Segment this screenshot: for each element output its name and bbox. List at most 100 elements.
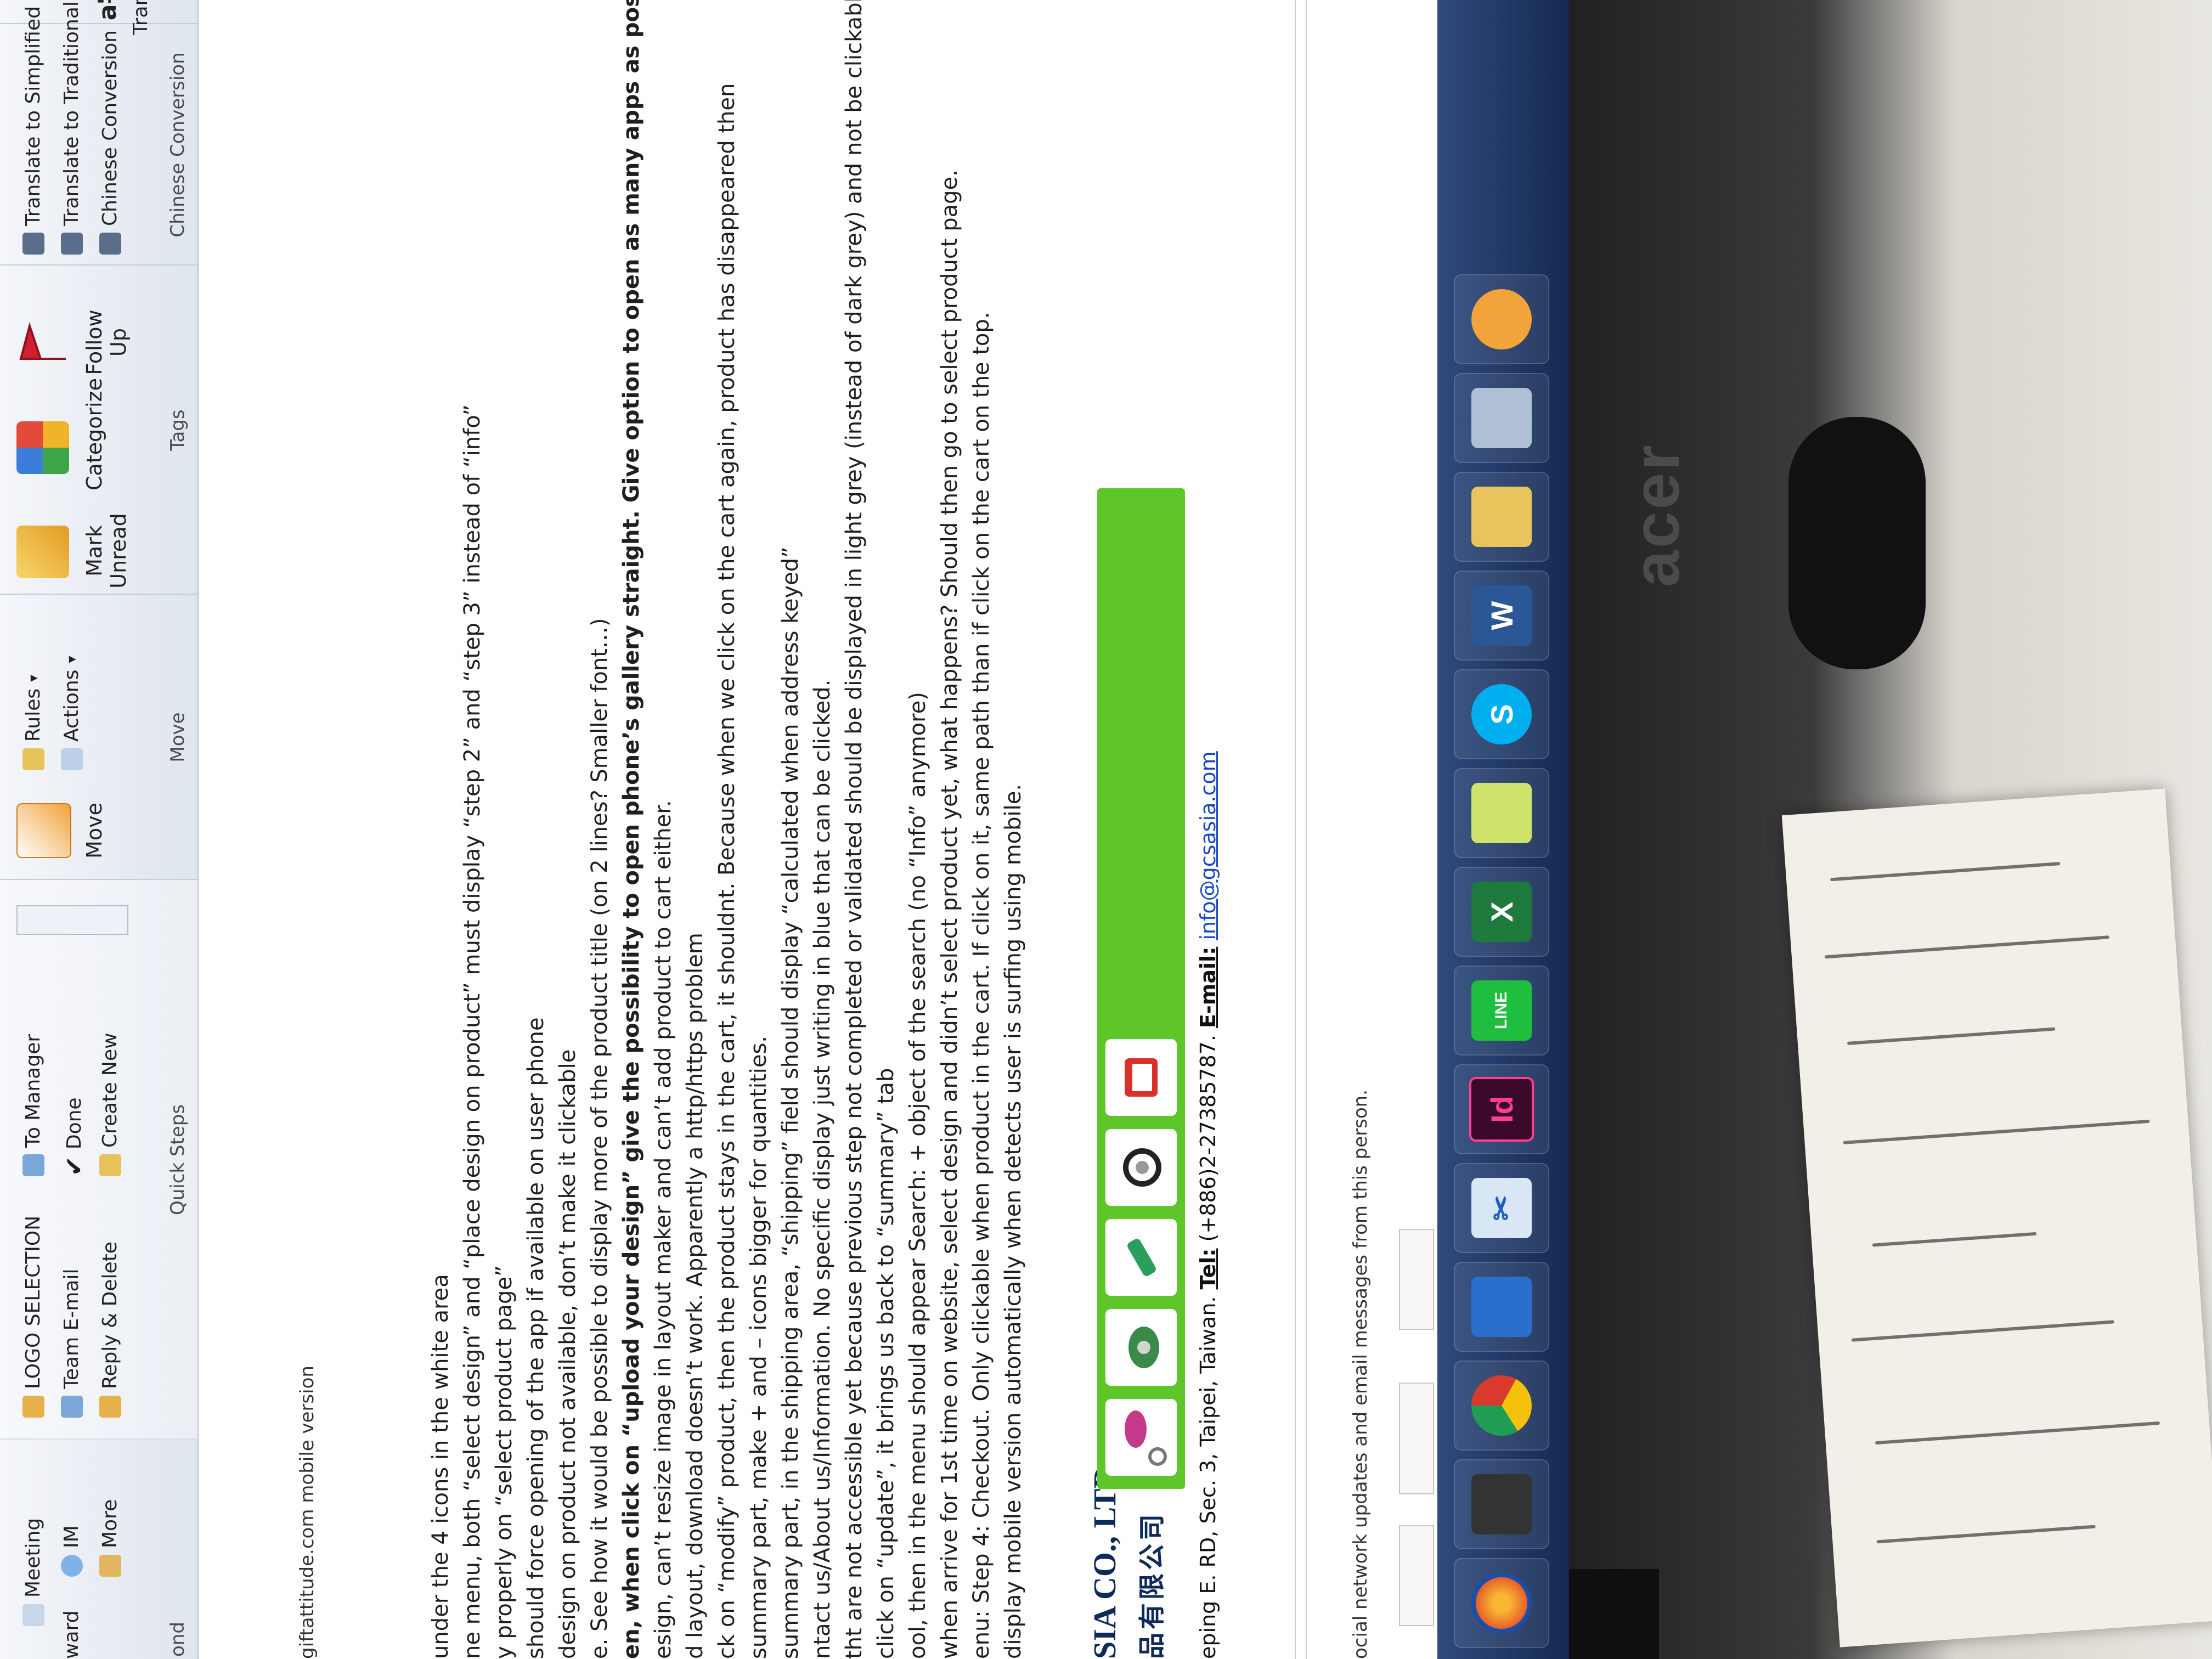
more-button[interactable]: More: [99, 1499, 121, 1577]
envelope-icon[interactable]: [16, 526, 69, 578]
quick-step-label: To Manager: [22, 1034, 44, 1148]
move-icon[interactable]: [16, 803, 71, 858]
chrome-icon: [1471, 1375, 1532, 1436]
quick-step-reply-delete[interactable]: Reply & Delete: [99, 1242, 121, 1418]
taskbar-firefox[interactable]: [1454, 1558, 1549, 1648]
mail-line: ck on “modify” product, then the product…: [714, 83, 740, 1659]
ribbon: Meeting ward IM More ond LOGO SELECTION …: [0, 0, 199, 1659]
move-group: Move Rules ▾ Actions ▾ Move: [0, 594, 198, 880]
rules-label: Rules: [22, 688, 44, 742]
signature-address: eping E. RD, Sec. 3, Taipei, Taiwan. Tel…: [1196, 751, 1220, 1659]
flag-icon[interactable]: [16, 317, 69, 370]
taskbar-camera[interactable]: [1454, 1459, 1549, 1549]
rules-icon: [22, 748, 44, 770]
rules-button[interactable]: Rules ▾: [22, 675, 44, 770]
mail-line: under the 4 icons in the white area: [428, 1274, 453, 1659]
taskbar-skype[interactable]: S: [1454, 669, 1549, 759]
quick-steps-group-label: Quick Steps: [167, 1104, 189, 1216]
move-group-label: Move: [167, 712, 189, 763]
taskbar-snipping-tool[interactable]: ✂: [1454, 1163, 1549, 1253]
translate-traditional-button[interactable]: Translate to Traditional Chinese: [60, 0, 83, 255]
actions-button[interactable]: Actions ▾: [60, 656, 83, 770]
quick-step-label: Reply & Delete: [99, 1242, 121, 1389]
taskbar-explorer[interactable]: [1454, 472, 1549, 562]
taskbar-outlook[interactable]: [1454, 1262, 1549, 1352]
reply-delete-icon: [99, 1396, 121, 1418]
lanyard-product-image: [1105, 1399, 1177, 1476]
translate-button[interactable]: a字 Transla: [88, 0, 152, 35]
folder-icon: [1471, 783, 1532, 843]
calendar-product-image: [1105, 1039, 1177, 1116]
chinese-conversion-button[interactable]: Chinese Conversion: [99, 30, 121, 255]
quick-step-team-email[interactable]: Team E-mail: [60, 1269, 83, 1418]
firefox-icon: [1471, 1573, 1532, 1633]
follow-up-label[interactable]: Follow Up: [82, 298, 131, 386]
more-label: More: [99, 1499, 121, 1548]
email-link[interactable]: info@gcsasia.com: [1196, 751, 1220, 940]
photo-scene: acer Meeting ward IM More ond LOGO SELEC…: [0, 0, 2212, 1659]
people-pane-field[interactable]: [1399, 1383, 1434, 1494]
mail-line: esign, can’t resize image in layout make…: [651, 800, 676, 1659]
quick-step-label: Team E-mail: [60, 1268, 83, 1389]
quick-step-label: LOGO SELECTION: [22, 1215, 44, 1389]
mail-line: y properly on “select product page”: [492, 1265, 517, 1659]
chevron-down-icon: ▾: [63, 656, 80, 663]
mail-line: tht are not accessible yet because previ…: [842, 0, 867, 1659]
signature-product-banner: [1097, 488, 1185, 1489]
people-pane-field[interactable]: [1399, 1525, 1434, 1626]
people-pane-field[interactable]: [1399, 1229, 1434, 1330]
im-button[interactable]: IM: [60, 1525, 83, 1577]
meeting-icon: [22, 1604, 44, 1626]
mail-line: e. See how it would be possible to displ…: [587, 618, 612, 1659]
translate-label: Transla: [129, 0, 152, 35]
team-email-icon: [60, 1396, 83, 1418]
move-button-label[interactable]: Move: [82, 792, 106, 869]
taskbar-word[interactable]: W: [1454, 571, 1549, 661]
monitor-stand: [1788, 417, 1926, 669]
taskbar-excel[interactable]: X: [1454, 867, 1549, 957]
quick-step-to-manager[interactable]: To Manager: [22, 1034, 44, 1176]
skype-icon: S: [1471, 684, 1532, 744]
word-icon: W: [1471, 585, 1532, 646]
simplified-icon: [22, 233, 44, 255]
outlook-quick-icon: [1471, 289, 1532, 349]
meeting-button[interactable]: Meeting: [22, 1518, 44, 1626]
to-manager-icon: [22, 1154, 44, 1176]
taskbar-calculator[interactable]: [1454, 373, 1549, 463]
conversion-icon: [99, 233, 121, 255]
quick-step-create-new[interactable]: Create New: [99, 1032, 121, 1176]
tel-value: (+886)2-27385787.: [1196, 1035, 1220, 1242]
ring-keychain-product-image: [1105, 1129, 1177, 1206]
snipping-tool-icon: ✂: [1471, 1178, 1532, 1238]
traditional-label: Translate to Traditional Chinese: [60, 0, 83, 226]
outlook-window: Meeting ward IM More ond LOGO SELECTION …: [0, 0, 1569, 1659]
taskbar-outlook-quick[interactable]: [1454, 274, 1549, 364]
mail-line: enu: Step 4: Checkout. Only clickable wh…: [969, 312, 994, 1659]
simplified-label: Translate to Simplified Chinese: [22, 0, 44, 226]
quick-step-done[interactable]: ✔ Done: [60, 1097, 88, 1176]
taskbar-notes[interactable]: [1454, 768, 1549, 858]
quick-steps-scroller[interactable]: [16, 905, 128, 935]
categorize-icon[interactable]: [16, 421, 69, 474]
taskbar-indesign[interactable]: Id: [1454, 1064, 1549, 1154]
forward-button[interactable]: ward: [60, 1610, 83, 1659]
keychain-product-image: [1105, 1309, 1177, 1386]
translate-simplified-button[interactable]: Translate to Simplified Chinese: [22, 0, 44, 255]
im-icon: [60, 1555, 83, 1577]
calculator-icon: [1471, 388, 1532, 448]
mail-line: ntact us/About us/Information. No specif…: [810, 679, 835, 1659]
taskbar-line[interactable]: LINE: [1454, 966, 1549, 1056]
mail-line: ool, then in the menu should appear Sear…: [905, 692, 930, 1659]
quick-step-logo-selection[interactable]: LOGO SELECTION: [22, 1216, 44, 1418]
usb-stick-product-image: [1105, 1219, 1177, 1296]
more-icon: [99, 1555, 121, 1577]
respond-group: Meeting ward IM More ond: [0, 1438, 198, 1659]
categorize-label[interactable]: Categorize: [82, 378, 106, 490]
taskbar-chrome[interactable]: [1454, 1361, 1549, 1451]
quick-step-label: Create New: [99, 1032, 121, 1148]
mail-line: should force opening of the app if avail…: [523, 1017, 549, 1659]
mark-unread-label[interactable]: Mark Unread: [82, 507, 131, 595]
tel-label: Tel:: [1196, 1248, 1220, 1290]
mail-subject-line: giftattitude.com mobile version: [296, 1365, 318, 1659]
people-pane-divider: [1295, 0, 1296, 1659]
